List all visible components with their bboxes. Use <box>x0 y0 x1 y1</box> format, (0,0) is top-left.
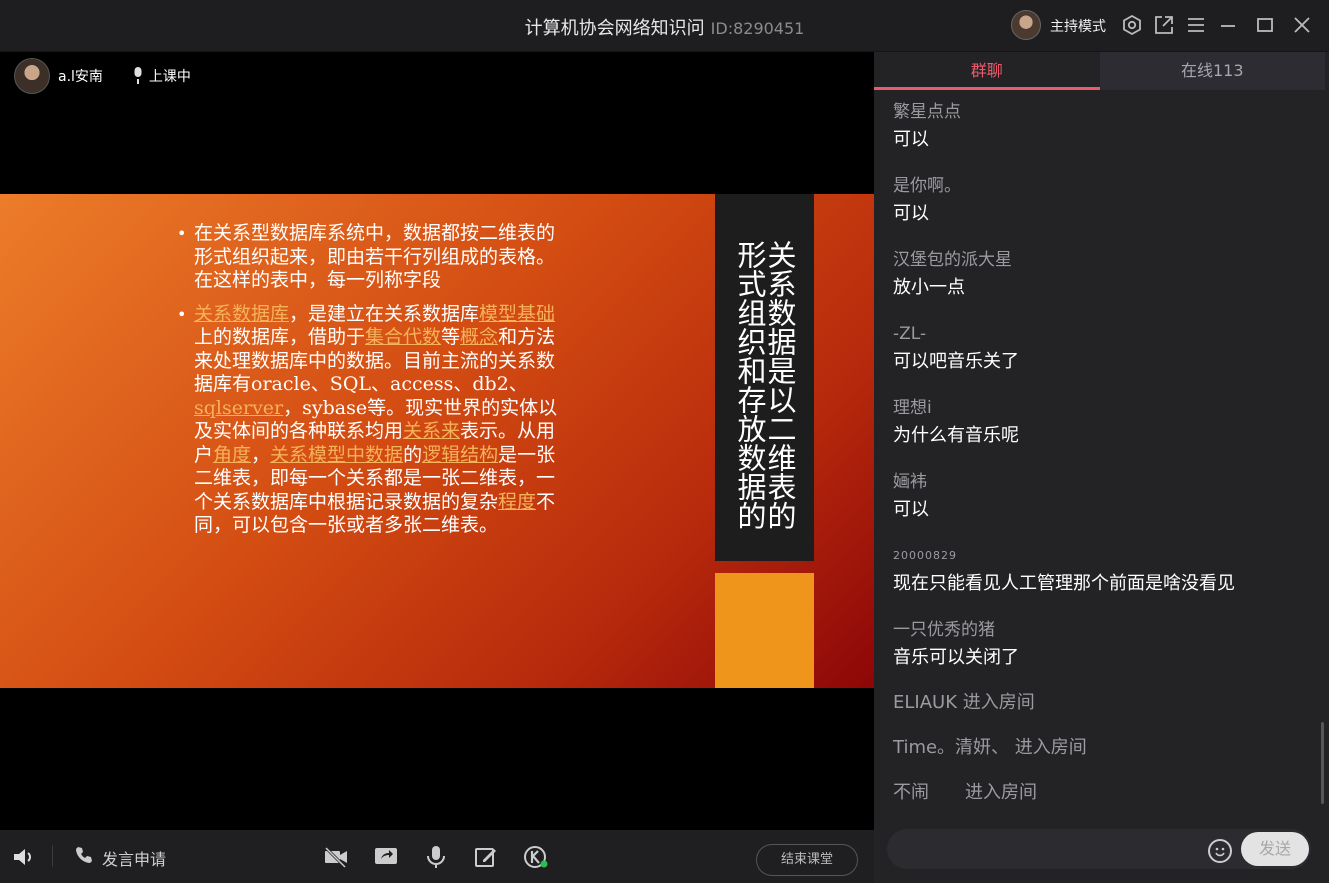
chat-panel: 群聊 在线113 繁星点点 可以 是你啊。 可以 汉堡包的派大星 放小一点 -Z… <box>874 52 1329 883</box>
camera-off-icon[interactable] <box>323 844 349 870</box>
presenter-name: a.l安南 <box>58 69 103 85</box>
slide-text: 在关系型数据库系统中，数据都按二维表的形式组织起来，即由若干行列组成的表格。在这… <box>194 222 556 291</box>
slide-bullet: 关系数据库，是建立在关系数据库模型基础上的数据库，借助于集合代数等概念和方法来处… <box>175 303 570 538</box>
message-sender: 汉堡包的派大星 <box>893 250 1012 270</box>
chat-message: 是你啊。 可以 <box>893 172 1313 246</box>
menu-icon[interactable] <box>1185 14 1207 36</box>
message-sender: -ZL- <box>893 324 927 344</box>
classroom-window: 计算机协会网络知识问 ID:8290451 主持模式 a.l安南 上课中 • 在… <box>0 0 1329 883</box>
tab-online-users[interactable]: 在线113 <box>1100 52 1326 90</box>
slide: 在关系型数据库系统中，数据都按二维表的形式组织起来，即由若干行列组成的表格。在这… <box>0 194 874 688</box>
speaker-icon[interactable] <box>11 844 37 870</box>
message-text: 可以 <box>893 129 929 150</box>
message-sender: 理想i <box>893 398 932 418</box>
slide-text: 上的数据库，借助于 <box>194 326 366 348</box>
slide-text: 的 <box>403 443 423 466</box>
slide-bullet-list: 在关系型数据库系统中，数据都按二维表的形式组织起来，即由若干行列组成的表格。在这… <box>175 222 570 548</box>
slide-side-text: 关系数据是以二维表的形式组织和存放数据的 <box>733 240 797 530</box>
message-text: 可以 <box>893 499 929 520</box>
slide-accent-box <box>715 573 814 688</box>
chat-message: 婳袆 可以 <box>893 468 1313 542</box>
slide-hyperlink[interactable]: 模型基础 <box>479 303 555 325</box>
room-id: ID:8290451 <box>710 19 805 38</box>
send-button[interactable]: 发送 <box>1241 832 1309 866</box>
bottom-toolbar: 发言申请 结束课堂 <box>0 830 874 883</box>
emoji-icon[interactable] <box>1208 839 1232 863</box>
slide-hyperlink[interactable]: 程度 <box>498 491 536 513</box>
message-text: 音乐可以关闭了 <box>893 647 1019 668</box>
title-bar: 计算机协会网络知识问 ID:8290451 主持模式 <box>0 0 1329 52</box>
slide-hyperlink[interactable]: 概念 <box>460 326 498 348</box>
message-text: 可以吧音乐关了 <box>893 351 1019 372</box>
minimize-icon[interactable] <box>1217 14 1239 36</box>
settings-icon[interactable] <box>1121 14 1143 36</box>
host-mode-label[interactable]: 主持模式 <box>1050 16 1106 36</box>
maximize-icon[interactable] <box>1254 14 1276 36</box>
chat-scrollbar[interactable] <box>1321 722 1324 804</box>
slide-hyperlink[interactable]: 角度 <box>213 444 251 466</box>
slide-hyperlink[interactable]: sqlserver <box>194 397 283 419</box>
slide-hyperlink[interactable]: 关系数据库 <box>194 303 289 325</box>
microphone-status-icon <box>131 66 145 86</box>
slide-hyperlink[interactable]: 集合代数 <box>365 326 441 348</box>
chat-message: -ZL- 可以吧音乐关了 <box>893 320 1313 394</box>
system-message: Time。清妍、 进入房间 <box>893 737 1087 758</box>
message-text: 放小一点 <box>893 277 965 298</box>
message-list: 繁星点点 可以 是你啊。 可以 汉堡包的派大星 放小一点 -ZL- 可以吧音乐关… <box>893 98 1313 823</box>
end-class-button[interactable]: 结束课堂 <box>756 844 858 876</box>
message-sender: 20000829 <box>893 549 957 562</box>
slide-text: ， <box>251 443 271 466</box>
presenter-info: a.l安南 上课中 <box>14 58 191 94</box>
popout-icon[interactable] <box>1153 14 1175 36</box>
edit-icon[interactable] <box>473 844 499 870</box>
message-text: 可以 <box>893 203 929 224</box>
message-sender: 一只优秀的猪 <box>893 620 995 640</box>
chat-message: 繁星点点 可以 <box>893 98 1313 172</box>
chat-tabs: 群聊 在线113 <box>874 52 1325 90</box>
speak-request-button[interactable]: 发言申请 <box>74 845 166 870</box>
slide-bullet: 在关系型数据库系统中，数据都按二维表的形式组织起来，即由若干行列组成的表格。在这… <box>175 222 570 293</box>
k-app-icon[interactable] <box>523 844 549 870</box>
toolbar-divider <box>52 845 53 867</box>
system-message: ELIAUK 进入房间 <box>893 692 1035 713</box>
close-icon[interactable] <box>1291 14 1313 36</box>
slide-text: 等 <box>441 326 461 348</box>
slide-hyperlink[interactable]: 逻辑结构 <box>422 444 498 466</box>
chat-message: 理想i 为什么有音乐呢 <box>893 394 1313 468</box>
chat-message: 一只优秀的猪 音乐可以关闭了 <box>893 616 1313 688</box>
slide-text: ，是建立在关系数据库 <box>289 302 480 325</box>
message-sender: 婳袆 <box>893 472 927 492</box>
screen-share-icon[interactable] <box>373 844 399 870</box>
message-sender: 是你啊。 <box>893 176 961 196</box>
chat-message: 汉堡包的派大星 放小一点 <box>893 246 1313 320</box>
slide-hyperlink[interactable]: 关系模型中数据 <box>270 444 403 466</box>
slide-side-box: 关系数据是以二维表的形式组织和存放数据的 <box>715 194 814 561</box>
presenter-avatar[interactable] <box>14 58 50 94</box>
host-avatar[interactable] <box>1011 10 1041 40</box>
message-text: 为什么有音乐呢 <box>893 425 1019 446</box>
tab-group-chat[interactable]: 群聊 <box>874 52 1100 90</box>
speak-request-label: 发言申请 <box>102 849 167 869</box>
room-name: 计算机协会网络知识问 <box>524 18 705 39</box>
class-status: 上课中 <box>148 69 191 85</box>
system-message: 不闹 进入房间 <box>893 782 1037 803</box>
message-text: 现在只能看见人工管理那个前面是啥没看见 <box>893 573 1235 594</box>
slide-hyperlink[interactable]: 关系来 <box>403 420 460 442</box>
chat-message: 20000829 现在只能看见人工管理那个前面是啥没看见 <box>893 542 1313 616</box>
phone-icon <box>74 845 94 870</box>
microphone-icon[interactable] <box>423 844 449 870</box>
presentation-stage: a.l安南 上课中 在关系型数据库系统中，数据都按二维表的形式组织起来，即由若干… <box>0 52 874 830</box>
message-sender: 繁星点点 <box>893 102 961 122</box>
